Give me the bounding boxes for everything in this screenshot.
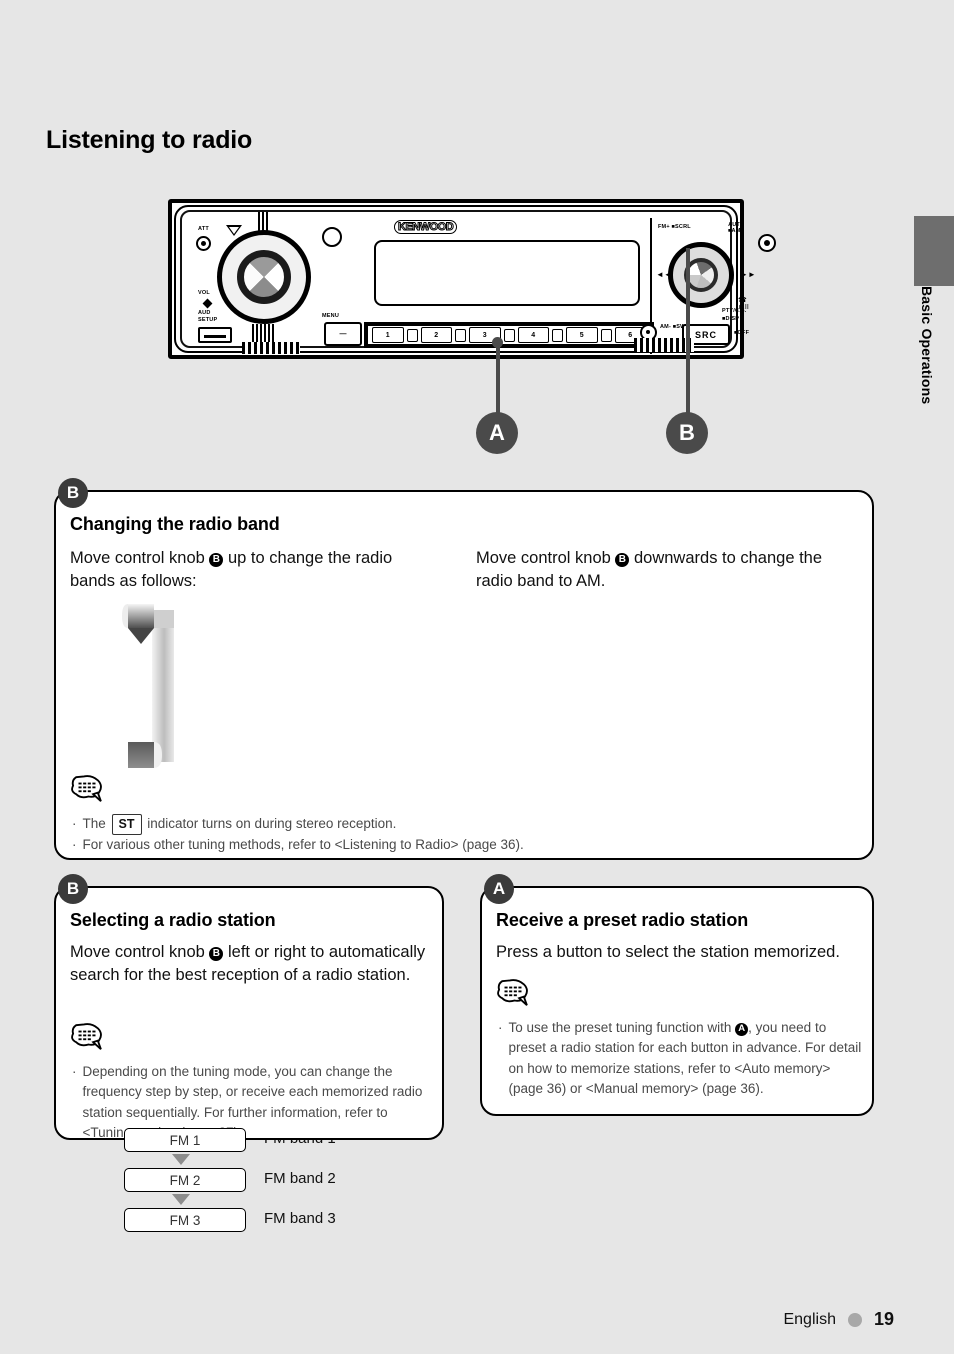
selecting-station-card: Selecting a radio station Move control k… (54, 886, 444, 1140)
off-label: ■OFF (734, 330, 750, 336)
right-intro-pre: Move control knob (476, 549, 616, 567)
band-flow-diagram: FM 1 FM 2 FM 3 FM band 1 FM band 2 FM ba… (56, 492, 356, 1232)
preset-divider (503, 328, 515, 342)
changing-band-card: Changing the radio band Move control kno… (54, 490, 874, 1232)
preset-button-5[interactable]: 5 (566, 327, 598, 343)
section-badge-selecting-station: B (58, 874, 88, 904)
flow-loop-ribbon (122, 604, 174, 768)
preset-divider (455, 328, 466, 342)
flow-arrow-1 (172, 1154, 190, 1165)
note-1-pre: The (82, 816, 110, 831)
aud-diamond-icon (202, 298, 213, 309)
aud-label: AUD (198, 310, 211, 316)
callout-b-badge: B (666, 412, 708, 454)
footer-page-number: 19 (873, 1309, 894, 1329)
note-bubble-icon (71, 1023, 102, 1050)
eject-icon (226, 225, 242, 236)
stereo-unit-illustration: ATT VOL AUD SETUP KENWOOD MENU — 1 2 3 4… (168, 199, 776, 359)
preset-divider (406, 328, 418, 342)
setup-label: SETUP (198, 317, 218, 323)
changing-band-right-intro: Move control knob B downwards to change … (476, 547, 831, 593)
previous-track-icon: ◄◄ (656, 270, 672, 279)
flow-arrow-2 (172, 1194, 190, 1205)
note-1-post: indicator turns on during stereo recepti… (143, 816, 397, 831)
band-label-fm3: FM band 3 (264, 1210, 336, 1227)
selecting-station-heading: Selecting a radio station (70, 910, 276, 930)
next-track-icon: ►► (740, 270, 756, 279)
note-bubble-icon (71, 775, 102, 802)
changing-band-note-2: · For various other tuning methods, refer… (72, 835, 852, 855)
kenwood-logo: KENWOOD (394, 220, 458, 234)
band-label-fm2: FM band 2 (264, 1170, 336, 1187)
bullet: · (72, 816, 77, 831)
note-pre: To use the preset tuning function with (508, 1020, 736, 1035)
callout-a-leader-line (495, 342, 500, 416)
unit-faceplate: ATT VOL AUD SETUP KENWOOD MENU — 1 2 3 4… (180, 210, 776, 354)
note-2-text: For various other tuning methods, refer … (82, 837, 524, 852)
changing-band-note-1: · The ST indicator turns on during stereo… (72, 814, 852, 835)
receive-preset-note: · To use the preset tuning function with… (498, 1018, 866, 1099)
unit-display (374, 240, 640, 306)
att-label: ATT (198, 226, 209, 232)
side-tab-label: Basic Operations (919, 286, 935, 405)
bullet: · (72, 837, 77, 852)
receive-preset-card: Receive a preset radio station Press a b… (480, 886, 874, 1116)
preset-button-1[interactable]: 1 (372, 327, 404, 343)
page-title: Listening to radio (46, 126, 253, 154)
volume-knob-stem-top (258, 212, 268, 232)
receive-preset-heading: Receive a preset radio station (496, 910, 749, 930)
auto-ame-button-icon (758, 234, 776, 252)
section-badge-changing-band: B (58, 478, 88, 508)
vol-label: VOL (198, 290, 210, 296)
st-indicator-chip: ST (111, 814, 142, 835)
section-badge-receive-preset: A (484, 874, 514, 904)
band-box-fm3: FM 3 (124, 1208, 246, 1232)
callout-b-leader-line (686, 248, 690, 416)
right-grill (634, 338, 694, 352)
small-sensor-icon (322, 227, 342, 247)
knob-a-inline-icon: A (735, 1022, 749, 1036)
disp-label: ■DISP (722, 316, 740, 322)
bullet: · (72, 1064, 77, 1079)
knob-b-inline-icon: B (615, 553, 630, 567)
preset-buttons-frame: 1 2 3 4 5 6 (364, 322, 654, 348)
menu-button: — (324, 322, 362, 346)
bullet: · (498, 1020, 503, 1035)
callout-a-badge: A (476, 412, 518, 454)
footer-language: English (783, 1310, 836, 1328)
footer-dot-icon (847, 1312, 862, 1327)
body-pre: Move control knob (70, 943, 210, 961)
volume-knob (217, 230, 311, 324)
side-tab: Basic Operations (905, 286, 949, 476)
receive-preset-note-text: To use the preset tuning function with A… (509, 1018, 867, 1099)
manual-page: Listening to radio Basic Operations ATT … (0, 0, 954, 1354)
page-footer: English 19 (0, 1309, 954, 1330)
menu-label: MENU (322, 313, 339, 319)
knob-b-inline-icon: B (209, 947, 224, 961)
left-grill (242, 342, 300, 354)
band-box-fm2: FM 2 (124, 1168, 246, 1192)
preset-divider (600, 328, 612, 342)
auto-ame-label: AUTO ■AME (728, 222, 745, 235)
control-knob (668, 242, 734, 308)
side-tab-block (914, 216, 954, 286)
usb-slot-icon (198, 327, 232, 343)
preset-button-4[interactable]: 4 (517, 327, 549, 343)
selecting-station-body: Move control knob B left or right to aut… (70, 941, 430, 987)
pty-label: PTY/C.S. (722, 308, 747, 314)
fm-scrl-label: FM+ ■SCRL (658, 224, 691, 230)
receive-preset-body: Press a button to select the station mem… (496, 943, 840, 961)
band-box-fm1: FM 1 (124, 1128, 246, 1152)
note-bubble-icon (497, 979, 528, 1006)
preset-button-2[interactable]: 2 (420, 327, 452, 343)
att-button-icon (196, 236, 211, 251)
preset-divider (552, 328, 563, 342)
